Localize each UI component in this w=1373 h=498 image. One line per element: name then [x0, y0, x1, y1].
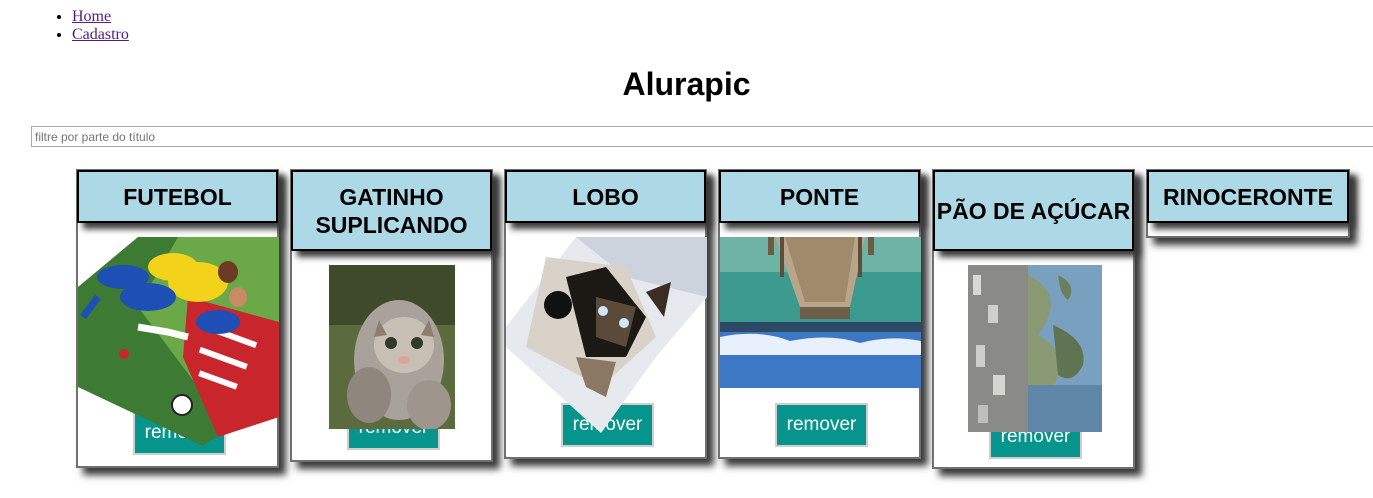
- page-title: Alurapic: [622, 66, 751, 102]
- cadastro-link[interactable]: Cadastro: [72, 26, 129, 43]
- soccer-photo-image: [78, 237, 279, 446]
- nav-item-cadastro: Cadastro: [72, 26, 129, 44]
- home-link[interactable]: Home: [72, 8, 111, 25]
- photo-card-lobo: LOBO remover: [504, 169, 707, 459]
- wolf-photo-image: [506, 237, 707, 433]
- nav-item-home: Home: [72, 8, 129, 26]
- photo-card-ponte: PONTE remover: [718, 169, 921, 459]
- nav-menu: Home Cadastro: [0, 8, 129, 44]
- card-title: FUTEBOL: [77, 170, 278, 223]
- photo-lobo: [506, 237, 707, 433]
- kitten-photo-image: [329, 265, 455, 429]
- filter-input[interactable]: [31, 126, 1373, 147]
- card-title: PONTE: [719, 170, 920, 223]
- bridge-photo-image: [720, 237, 921, 388]
- photo-card-pao-de-acucar: PÃO DE AÇÚCAR remover: [932, 169, 1135, 469]
- photo-ponte: [720, 237, 921, 388]
- card-title: PÃO DE AÇÚCAR: [933, 170, 1134, 251]
- photo-gatinho-suplicando: [329, 265, 455, 429]
- remove-button[interactable]: remover: [775, 403, 868, 447]
- photo-card-gatinho-suplicando: GATINHO SUPLICANDO remover: [290, 169, 493, 462]
- photo-pao-de-acucar: [968, 265, 1102, 432]
- card-title: LOBO: [505, 170, 706, 223]
- card-title: RINOCERONTE: [1147, 170, 1349, 223]
- sugarloaf-photo-image: [968, 265, 1102, 432]
- photo-futebol: [78, 237, 279, 446]
- photo-card-rinoceronte: RINOCERONTE: [1146, 169, 1350, 238]
- photo-card-futebol: FUTEBOL remover: [76, 169, 279, 468]
- card-title: GATINHO SUPLICANDO: [291, 170, 492, 251]
